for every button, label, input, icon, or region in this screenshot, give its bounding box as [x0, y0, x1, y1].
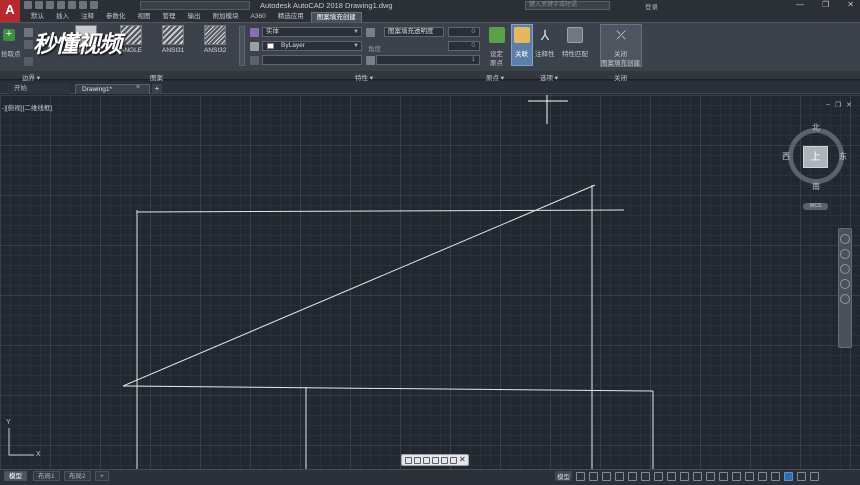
clean-screen-icon[interactable]: [797, 471, 806, 481]
workspace-switch-icon[interactable]: [706, 471, 715, 481]
status-toggles: 模型: [555, 471, 819, 481]
osnap-toggle-icon[interactable]: [628, 471, 637, 481]
lineweight-toggle-icon[interactable]: [654, 471, 663, 481]
hatch-tool-icon-4[interactable]: [432, 456, 439, 464]
line-top-horizontal: [136, 209, 625, 213]
close-icon[interactable]: ✕: [459, 456, 466, 464]
compass-south[interactable]: 南: [812, 181, 820, 192]
ortho-toggle-icon[interactable]: [602, 471, 611, 481]
transparency-toggle-icon[interactable]: [667, 471, 676, 481]
layout-tab-layout2[interactable]: 布局2: [64, 471, 91, 481]
ucs-y-label: Y: [6, 419, 11, 426]
compass-north[interactable]: 北: [812, 122, 820, 133]
hatch-tool-icon-3[interactable]: [423, 456, 430, 464]
ucs-x-label: X: [36, 451, 41, 458]
layout-tab-layout1[interactable]: 布局1: [33, 471, 60, 481]
units-icon[interactable]: [732, 471, 741, 481]
line-bottom-horizontal: [122, 385, 654, 392]
model-space-toggle[interactable]: 模型: [555, 471, 572, 481]
compass-east[interactable]: 东: [839, 151, 847, 162]
snap-toggle-icon[interactable]: [589, 471, 598, 481]
autocad-logo-button[interactable]: A: [0, 0, 20, 22]
pan-icon[interactable]: [840, 249, 850, 259]
hatch-tool-icon-5[interactable]: [441, 456, 448, 464]
hatch-tool-icon-6[interactable]: [450, 456, 457, 464]
crosshair-cursor-icon: [528, 95, 568, 124]
plus-icon[interactable]: [758, 471, 767, 481]
viewcube-top-face[interactable]: 上: [803, 146, 828, 168]
otrack-toggle-icon[interactable]: [641, 471, 650, 481]
quick-properties-icon[interactable]: [745, 471, 754, 481]
hatch-edit-floating-toolbar: ✕: [401, 454, 469, 466]
selection-cycling-icon[interactable]: [680, 471, 689, 481]
customization-menu-icon[interactable]: [810, 471, 819, 481]
line-diagonal: [122, 184, 596, 387]
layout-tab-model[interactable]: 模型: [4, 471, 27, 481]
showmotion-icon[interactable]: [840, 294, 850, 304]
ucs-icon: [8, 428, 34, 456]
watermark-logo: 秒懂视频: [33, 32, 122, 58]
grid-toggle-icon[interactable]: [576, 471, 585, 481]
hardware-acceleration-icon[interactable]: [784, 471, 793, 481]
isolate-objects-icon[interactable]: [771, 471, 780, 481]
navigation-bar: [838, 228, 852, 348]
add-layout-button[interactable]: +: [95, 471, 109, 481]
wcs-menu[interactable]: WCS: [803, 203, 828, 210]
hatch-tool-icon-1[interactable]: [405, 456, 412, 464]
zoom-icon[interactable]: [840, 264, 850, 274]
annotation-scale-icon[interactable]: [693, 471, 702, 481]
orbit-icon[interactable]: [840, 279, 850, 289]
drawing-geometry: [8, 95, 654, 469]
annotation-monitor-icon[interactable]: [719, 471, 728, 481]
steering-wheel-icon[interactable]: [840, 234, 850, 244]
compass-west[interactable]: 西: [782, 151, 790, 162]
hatch-tool-icon-2[interactable]: [414, 456, 421, 464]
polar-toggle-icon[interactable]: [615, 471, 624, 481]
